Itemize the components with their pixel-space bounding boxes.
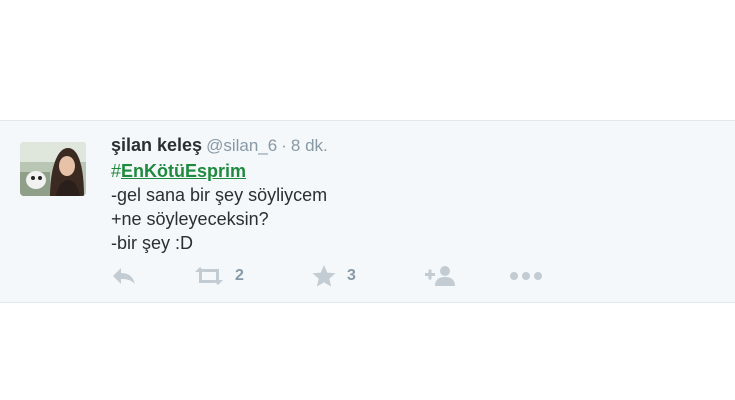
more-dots-icon bbox=[510, 272, 542, 280]
hashtag-text: EnKötüEsprim bbox=[121, 161, 247, 181]
hashtag-symbol: # bbox=[111, 161, 122, 181]
header-separator: · bbox=[281, 136, 287, 155]
tweet-actions: 2 3 bbox=[111, 264, 631, 288]
tweet-line-1: -gel sana bir şey söyliycem bbox=[111, 185, 328, 205]
user-handle[interactable]: @silan_6 bbox=[206, 136, 277, 155]
follow-button[interactable] bbox=[423, 264, 457, 288]
tweet-card[interactable]: şilan keleş @silan_6 · 8 dk. #EnKötüEsprim … bbox=[0, 120, 735, 303]
reply-button[interactable] bbox=[111, 264, 137, 288]
favorite-button[interactable]: 3 bbox=[311, 264, 356, 288]
follow-user-icon bbox=[425, 266, 455, 286]
user-fullname[interactable]: şilan keleş bbox=[111, 135, 202, 155]
more-button[interactable] bbox=[509, 264, 543, 288]
tweet-line-3: -bir şey :D bbox=[111, 233, 194, 253]
hashtag-link[interactable]: #EnKötüEsprim bbox=[111, 159, 715, 183]
reply-icon bbox=[113, 268, 135, 284]
avatar-image bbox=[20, 142, 86, 196]
tweet-line-2: +ne söyleyeceksin? bbox=[111, 209, 269, 229]
retweet-icon bbox=[195, 267, 223, 285]
favorite-count: 3 bbox=[347, 267, 356, 284]
tweet-text: #EnKötüEsprim -gel sana bir şey söyliyce… bbox=[111, 159, 715, 255]
tweet-timestamp[interactable]: 8 dk. bbox=[291, 136, 328, 155]
star-icon bbox=[312, 265, 336, 287]
page: şilan keleş @silan_6 · 8 dk. #EnKötüEsprim … bbox=[0, 0, 735, 400]
retweet-count: 2 bbox=[235, 267, 244, 284]
retweet-button[interactable]: 2 bbox=[193, 264, 244, 288]
tweet-content: şilan keleş @silan_6 · 8 dk. #EnKötüEsprim … bbox=[111, 133, 715, 255]
tweet-header: şilan keleş @silan_6 · 8 dk. bbox=[111, 133, 715, 158]
avatar[interactable] bbox=[20, 142, 86, 196]
